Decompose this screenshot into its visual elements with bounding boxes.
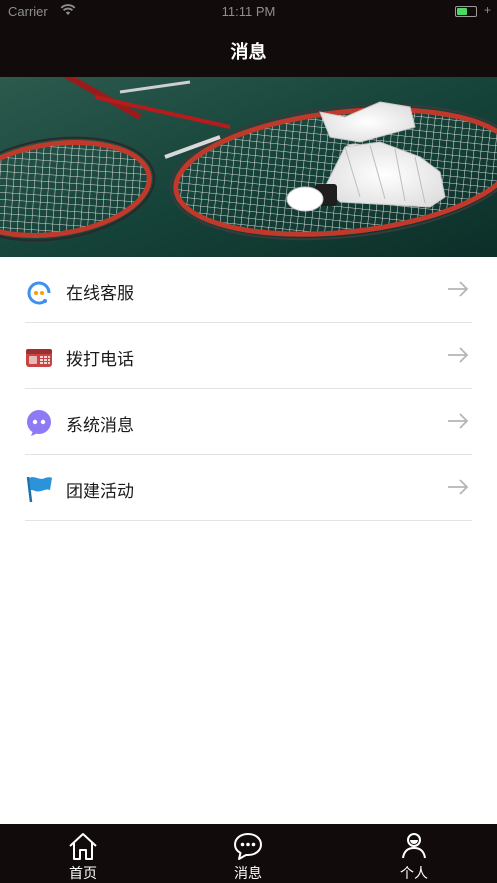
menu-item-label: 团建活动 (66, 482, 134, 502)
person-icon (402, 833, 426, 859)
telephone-icon (26, 349, 52, 367)
tab-label: 消息 (234, 866, 262, 882)
arrow-right-icon (448, 347, 469, 363)
charging-icon: + (483, 3, 491, 17)
flag-icon (26, 476, 52, 503)
menu-item-online-service[interactable]: 在线客服 (25, 257, 472, 323)
tab-label: 个人 (400, 866, 428, 882)
arrow-right-icon (448, 479, 469, 495)
tab-bar: 首页 消息 个人 (0, 824, 497, 883)
tab-label: 首页 (69, 866, 97, 882)
menu-item-label: 拨打电话 (66, 350, 134, 370)
home-icon (69, 833, 97, 860)
banner-image (0, 77, 497, 257)
menu-item-label: 在线客服 (66, 284, 134, 304)
battery-level-fill (457, 8, 467, 15)
page-title: 消息 (230, 42, 267, 63)
menu-item-label: 系统消息 (66, 416, 134, 436)
arrow-right-icon (448, 281, 469, 297)
app-screen: Carrier 11:11 PM + 消息 在线客服 拨打电话 系统消息 团建活… (0, 0, 497, 883)
status-time: 11:11 PM (221, 4, 276, 19)
battery-icon (455, 6, 477, 17)
menu-list: 在线客服 拨打电话 系统消息 团建活动 (0, 257, 497, 521)
chat-bubble-icon (234, 833, 262, 860)
menu-item-system-messages[interactable]: 系统消息 (25, 389, 472, 455)
customer-service-headset-icon (27, 281, 51, 305)
badminton-photo (0, 77, 497, 257)
top-bar: Carrier 11:11 PM + 消息 (0, 0, 497, 77)
tab-profile[interactable]: 个人 (354, 824, 474, 883)
menu-item-team-activity[interactable]: 团建活动 (25, 455, 472, 521)
arrow-right-icon (448, 413, 469, 429)
status-bar: Carrier 11:11 PM + (0, 0, 497, 24)
tab-messages[interactable]: 消息 (188, 824, 308, 883)
menu-item-phone-call[interactable]: 拨打电话 (25, 323, 472, 389)
tab-home[interactable]: 首页 (23, 824, 143, 883)
system-message-bubble-icon (27, 410, 51, 436)
